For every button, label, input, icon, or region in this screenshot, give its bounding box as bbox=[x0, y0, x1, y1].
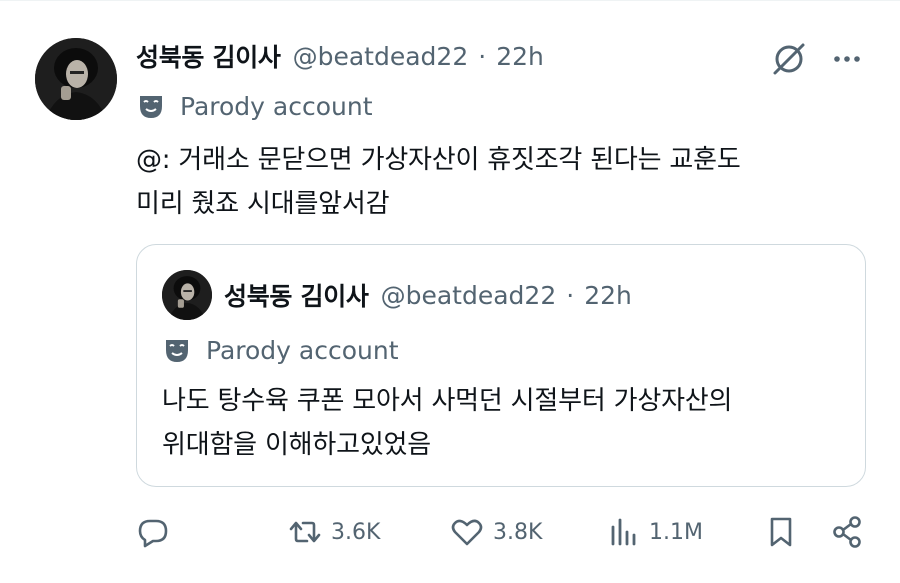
quoted-display-name: 성북동 김이사 bbox=[224, 282, 369, 311]
avatar[interactable] bbox=[35, 38, 117, 120]
heart-icon bbox=[451, 519, 483, 546]
share-button[interactable] bbox=[830, 507, 864, 557]
more-horizontal-icon[interactable] bbox=[830, 42, 864, 76]
timestamp[interactable]: 22h bbox=[496, 42, 544, 71]
parody-account-text: Parody account bbox=[206, 335, 399, 365]
theater-mask-icon bbox=[140, 96, 162, 118]
tweet-card[interactable]: 성북동 김이사 @beatdead22 · 22h Parody account… bbox=[0, 0, 900, 583]
share-nodes-icon bbox=[833, 516, 861, 548]
separator-dot: · bbox=[566, 280, 575, 310]
tweet-text: @: 거래소 문닫으면 가상자산이 휴짓조각 된다는 교훈도 미리 줬죠 시대를… bbox=[136, 138, 856, 226]
tweet-text-line: @: 거래소 문닫으면 가상자산이 휴짓조각 된다는 교훈도 bbox=[136, 145, 741, 175]
views-button[interactable]: 1.1M bbox=[606, 507, 703, 557]
grok-icon[interactable] bbox=[770, 40, 808, 78]
display-name[interactable]: 성북동 김이사 bbox=[136, 38, 281, 74]
like-button[interactable]: 3.8K bbox=[450, 507, 542, 557]
quoted-avatar[interactable] bbox=[162, 270, 212, 320]
theater-mask-icon bbox=[166, 340, 188, 362]
separator-dot: · bbox=[478, 41, 487, 71]
repost-icon bbox=[289, 521, 321, 543]
reply-button[interactable] bbox=[136, 507, 170, 557]
views-count: 1.1M bbox=[649, 519, 703, 545]
quoted-header: 성북동 김이사 @beatdead22 · 22h bbox=[224, 275, 632, 315]
quoted-tweet[interactable]: 성북동 김이사 @beatdead22 · 22h Parody account… bbox=[136, 244, 866, 487]
action-bar: 3.6K 3.8K 1.1M bbox=[136, 507, 866, 557]
quoted-handle: @beatdead22 bbox=[380, 280, 557, 310]
repost-button[interactable]: 3.6K bbox=[288, 507, 380, 557]
reply-bubble-icon bbox=[138, 519, 168, 548]
parody-label: Parody account bbox=[136, 87, 373, 125]
tweet-text-line: 미리 줬죠 시대를앞서감 bbox=[136, 189, 390, 219]
bookmark-button[interactable] bbox=[764, 507, 798, 557]
divider bbox=[0, 0, 900, 1]
user-handle[interactable]: @beatdead22 bbox=[293, 42, 469, 71]
quoted-timestamp: 22h bbox=[584, 280, 632, 310]
quoted-parody-label: Parody account bbox=[162, 331, 399, 369]
quoted-text: 나도 탕수육 쿠폰 모아서 사먹던 시절부터 가상자산의 위대함을 이해하고있었… bbox=[162, 379, 852, 467]
bookmark-icon bbox=[770, 517, 792, 547]
bar-chart-icon bbox=[611, 518, 636, 546]
like-count: 3.8K bbox=[493, 519, 543, 545]
repost-count: 3.6K bbox=[331, 519, 381, 545]
quoted-text-line: 위대함을 이해하고있었음 bbox=[162, 430, 431, 460]
tweet-header: 성북동 김이사 @beatdead22 · 22h bbox=[136, 36, 544, 76]
quoted-text-line: 나도 탕수육 쿠폰 모아서 사먹던 시절부터 가상자산의 bbox=[162, 386, 733, 416]
parody-account-text: Parody account bbox=[180, 91, 373, 121]
